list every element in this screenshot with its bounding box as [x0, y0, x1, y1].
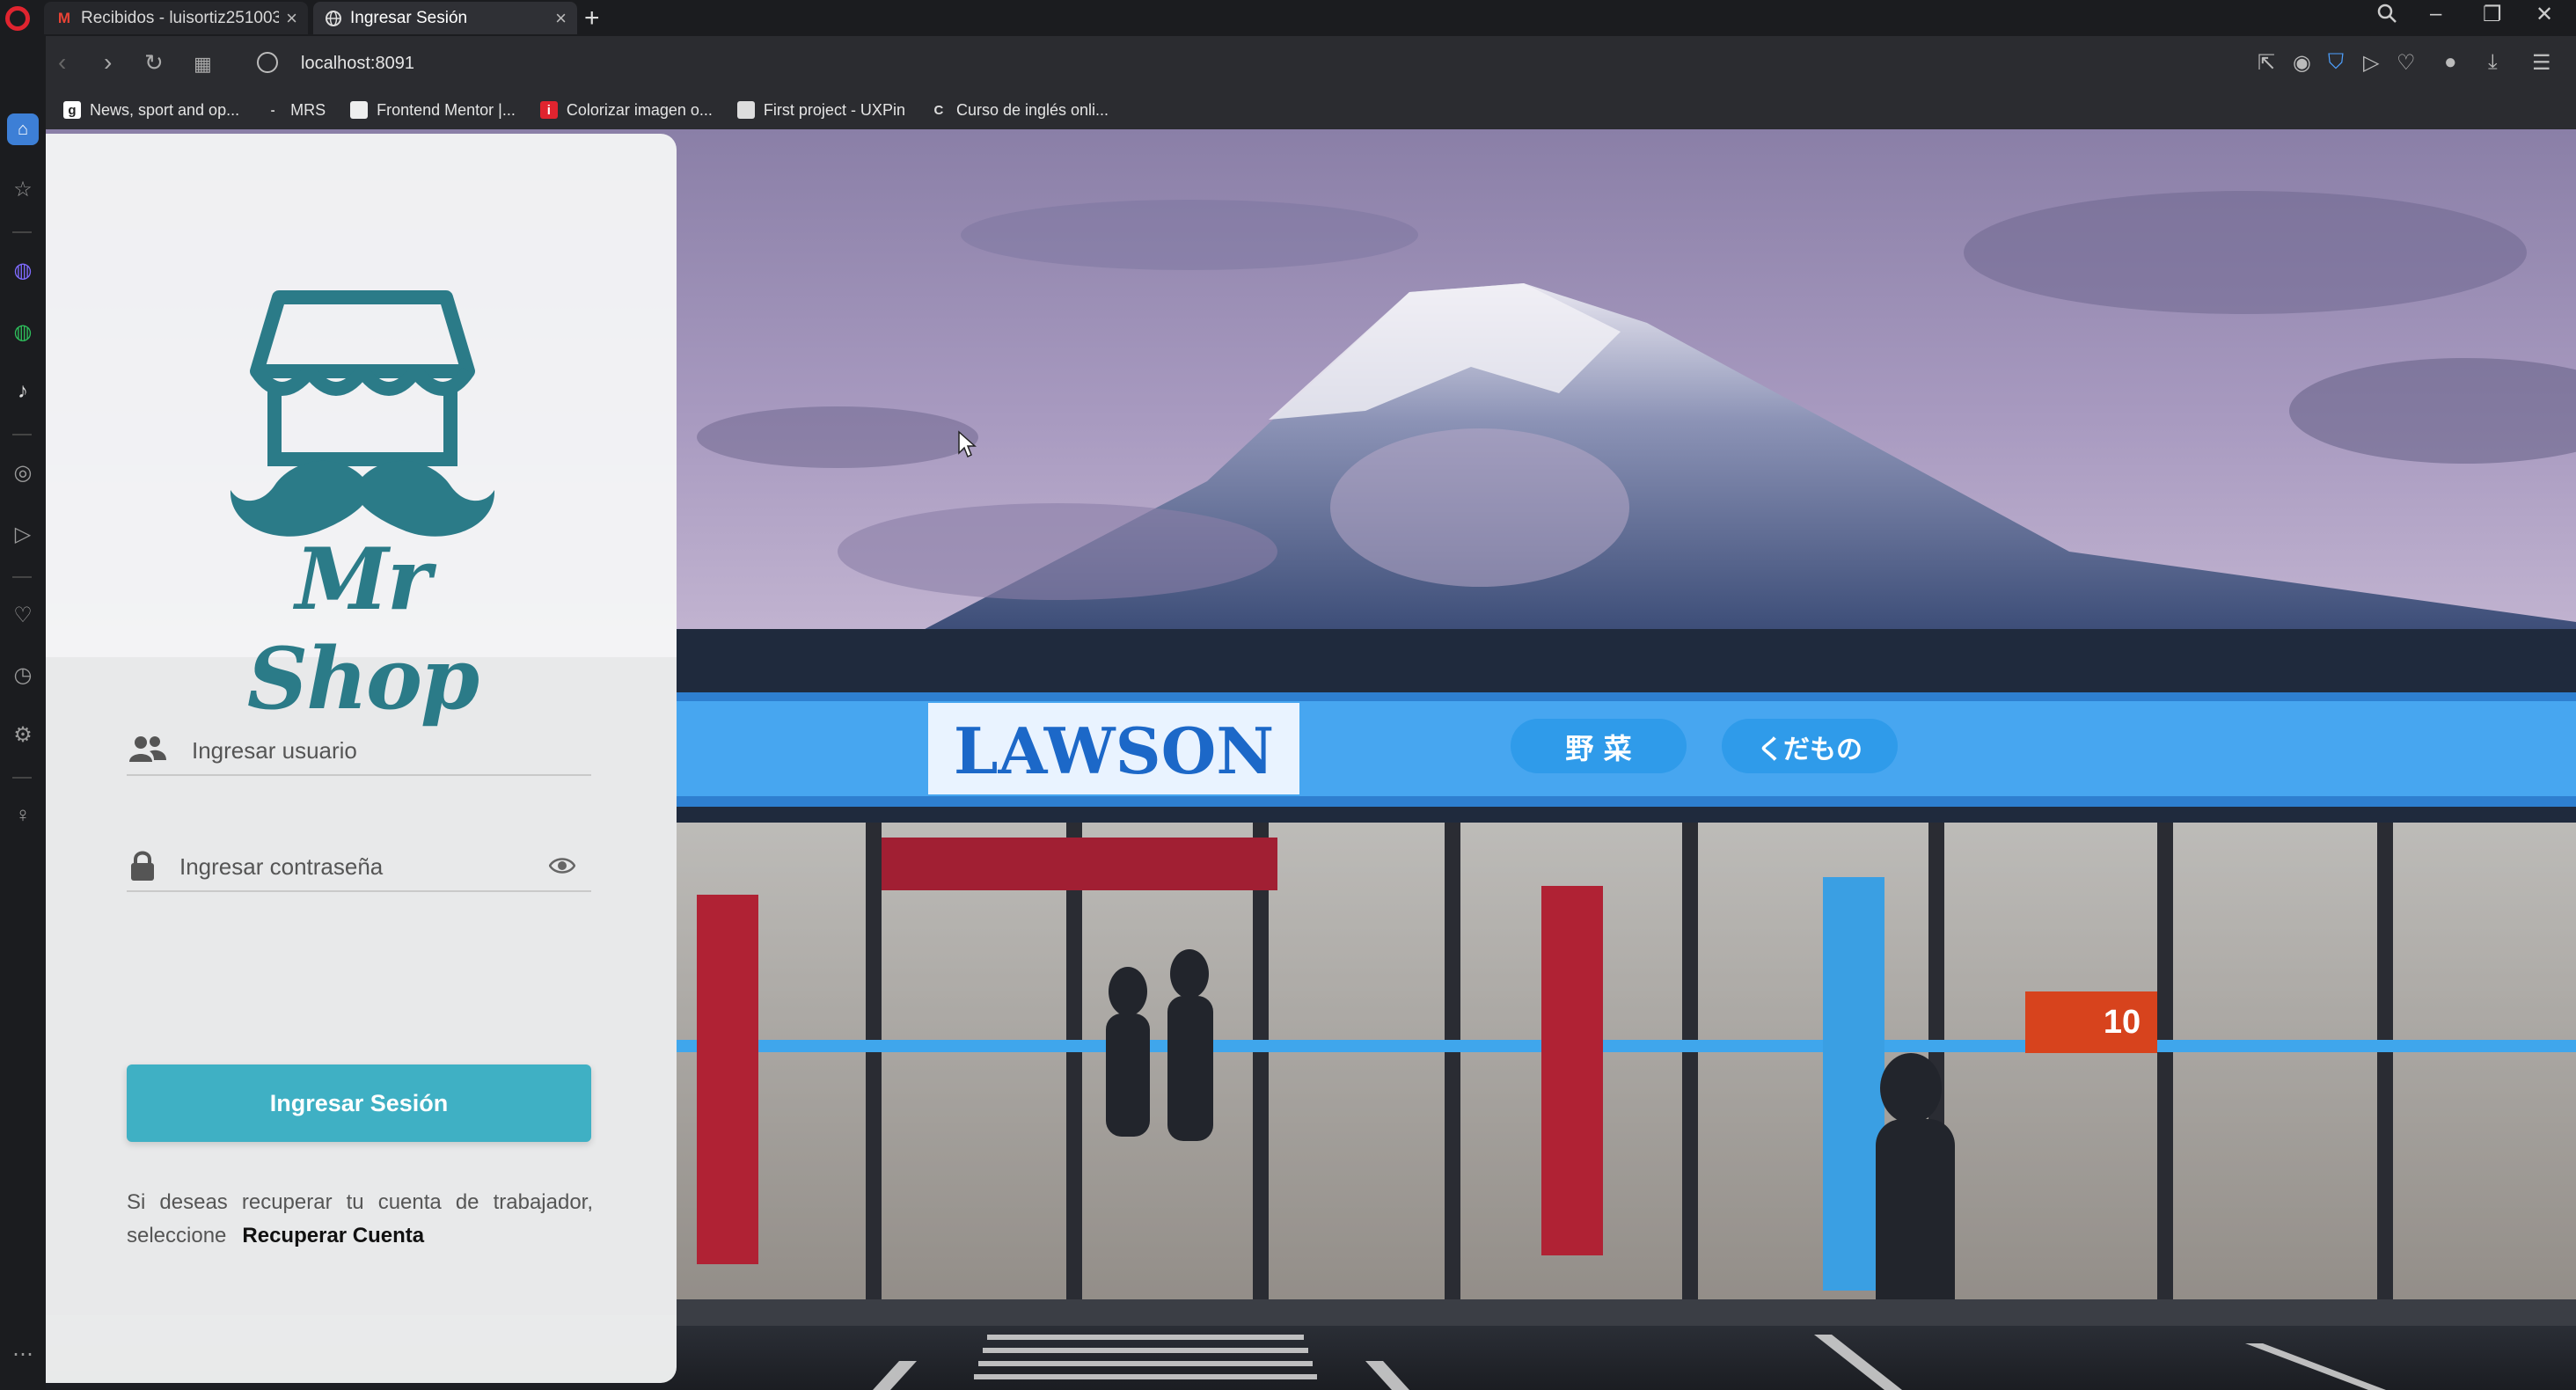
- show-password-icon[interactable]: [548, 855, 576, 876]
- tab-login[interactable]: Ingresar Sesión ×: [313, 2, 577, 34]
- bookmark-icon: g: [63, 101, 81, 119]
- price-tag-text: 10: [2104, 1004, 2141, 1041]
- send-icon[interactable]: ▷: [2363, 50, 2379, 76]
- tabs-grid-icon[interactable]: ▦: [194, 52, 212, 77]
- globe-icon: [324, 9, 343, 28]
- bookmark-icon: i: [539, 101, 558, 119]
- close-icon[interactable]: ×: [286, 7, 297, 30]
- share-icon[interactable]: ⇱: [2258, 50, 2275, 76]
- login-button[interactable]: Ingresar Sesión: [127, 1064, 591, 1142]
- bookmark-item[interactable]: First project - UXPin: [736, 100, 905, 120]
- password-field: [127, 841, 591, 892]
- heart-icon[interactable]: ♡: [2397, 50, 2416, 76]
- bookmark-icon: -: [270, 102, 275, 118]
- new-tab-button[interactable]: +: [584, 4, 600, 33]
- tab-label: Recibidos - luisortiz251003: [81, 8, 280, 27]
- bookmark-label: Curso de inglés onli...: [955, 100, 1109, 119]
- bookmark-item[interactable]: g News, sport and op...: [63, 101, 239, 120]
- lightbulb-icon[interactable]: ♀: [7, 800, 39, 831]
- close-window-button[interactable]: ✕: [2536, 2, 2553, 27]
- tab-bar: M Recibidos - luisortiz251003 × Ingresar…: [0, 0, 2576, 36]
- heart-icon[interactable]: ♡: [7, 599, 39, 631]
- bookmark-icon: [350, 101, 369, 119]
- password-input[interactable]: [127, 848, 591, 885]
- divider: [12, 576, 32, 578]
- tiktok-icon[interactable]: ♪: [7, 376, 39, 407]
- search-icon[interactable]: [2375, 2, 2398, 31]
- vegetables-sign-text: 野 菜: [1565, 732, 1631, 765]
- settings-icon[interactable]: ⚙: [7, 719, 39, 750]
- lawson-sign-text: LAWSON: [954, 713, 1274, 788]
- history-icon[interactable]: ◷: [7, 659, 39, 691]
- recover-account-text: Si deseas recuperar tu cuenta de trabaja…: [127, 1186, 593, 1253]
- menu-icon[interactable]: ☰: [2532, 50, 2551, 76]
- brand-logo-text: Mr Shop: [246, 530, 479, 728]
- url-field[interactable]: localhost:8091: [301, 54, 414, 74]
- bookmark-label: News, sport and op...: [90, 100, 240, 119]
- bookmark-label: Frontend Mentor |...: [377, 100, 516, 119]
- send-icon[interactable]: ▷: [7, 518, 39, 550]
- bookmark-item[interactable]: Frontend Mentor |...: [350, 101, 516, 120]
- page-viewport: LAWSON 野 菜 くだもの 10 Mr Shop Ingresar usua…: [46, 129, 2576, 1390]
- tab-gmail[interactable]: M Recibidos - luisortiz251003 ×: [44, 2, 308, 34]
- username-field: [127, 725, 591, 776]
- bookmark-label: First project - UXPin: [763, 100, 905, 119]
- opera-logo-icon[interactable]: [5, 6, 30, 31]
- address-bar: ‹ › ↻ ▦ localhost:8091 ⇱ ◉ ⛉ ▷ ♡ ● ⤓ ☰: [46, 36, 2576, 91]
- back-button[interactable]: ‹: [58, 50, 66, 75]
- gmail-icon: M: [57, 9, 71, 26]
- divider: [12, 777, 32, 779]
- player-icon[interactable]: ◎: [7, 457, 39, 488]
- profile-icon[interactable]: ●: [2444, 50, 2457, 75]
- tab-label: Ingresar Sesión: [350, 8, 468, 27]
- shield-icon[interactable]: ⛉: [2328, 50, 2344, 75]
- bookmark-item[interactable]: C Curso de inglés onli...: [930, 101, 1109, 120]
- browser-sidebar: ⌂ ☆ ◍ ◍ ♪ ◎ ▷ ♡ ◷ ⚙ ♀ ⋯: [0, 36, 46, 1390]
- bookmark-icon: C: [933, 102, 944, 118]
- home-icon[interactable]: ⌂: [7, 113, 39, 145]
- bookmark-item[interactable]: i Colorizar imagen o...: [539, 100, 713, 120]
- site-info-icon[interactable]: [257, 52, 278, 73]
- login-panel: Mr Shop Ingresar Sesión Si deseas recupe…: [46, 134, 677, 1383]
- star-icon[interactable]: ☆: [7, 173, 39, 205]
- forward-button[interactable]: ›: [104, 50, 112, 75]
- messenger-icon[interactable]: ◍: [7, 254, 39, 286]
- recover-account-link[interactable]: Recuperar Cuenta: [242, 1224, 424, 1247]
- bookmark-label: MRS: [290, 100, 326, 119]
- camera-icon[interactable]: ◉: [2293, 50, 2311, 76]
- bookmark-label: Colorizar imagen o...: [566, 100, 713, 119]
- bookmark-item[interactable]: - MRS: [264, 101, 326, 120]
- divider: [12, 434, 32, 435]
- more-icon[interactable]: ⋯: [7, 1338, 39, 1370]
- mouse-cursor-icon: [958, 430, 977, 458]
- restore-button[interactable]: ❐: [2483, 2, 2502, 27]
- document-icon: [736, 101, 755, 119]
- download-icon[interactable]: ⤓: [2488, 50, 2498, 75]
- whatsapp-icon[interactable]: ◍: [7, 316, 39, 348]
- reload-button[interactable]: ↻: [144, 50, 164, 75]
- bookmarks-bar: g News, sport and op... - MRS Frontend Men…: [46, 91, 2576, 129]
- fruit-sign-text: くだもの: [1757, 735, 1862, 765]
- minimize-button[interactable]: –: [2430, 2, 2441, 26]
- divider: [12, 231, 32, 233]
- close-icon[interactable]: ×: [555, 7, 567, 30]
- username-input[interactable]: [127, 732, 591, 769]
